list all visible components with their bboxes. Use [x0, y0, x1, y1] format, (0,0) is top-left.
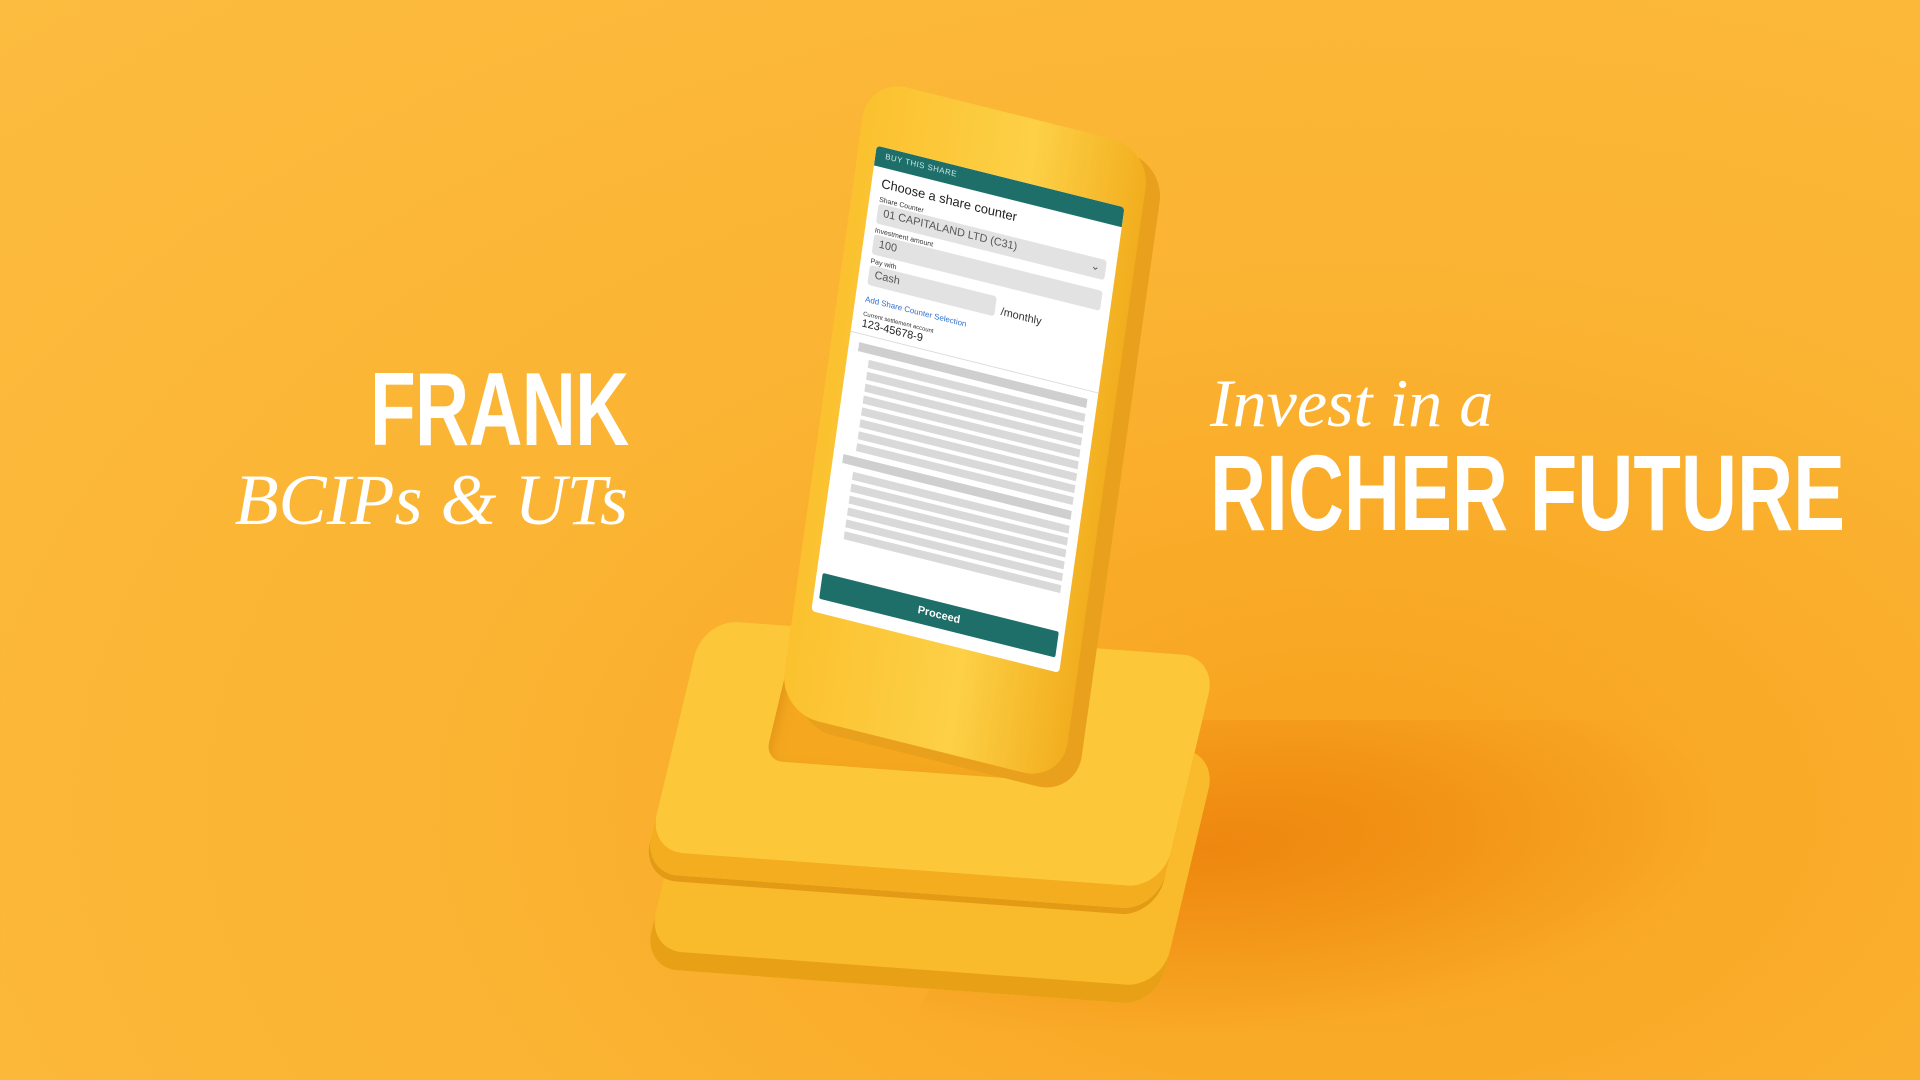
- proceed-button[interactable]: Proceed: [819, 572, 1059, 658]
- brand-title: FRANK: [369, 352, 629, 468]
- tagline-line-1: Invest in a: [1210, 365, 1494, 441]
- brand-subtitle: BCIPs & UTs: [234, 460, 628, 540]
- phone-screen: BUY THIS SHARE Choose a share counter Sh…: [811, 145, 1125, 673]
- tagline-line-2: RICHER FUTURE: [1210, 432, 1846, 553]
- chevron-down-icon: ⌄: [1090, 259, 1101, 274]
- right-heading: Invest in a RICHER FUTURE: [1210, 365, 1920, 553]
- left-heading: FRANK BCIPs & UTs: [234, 352, 629, 540]
